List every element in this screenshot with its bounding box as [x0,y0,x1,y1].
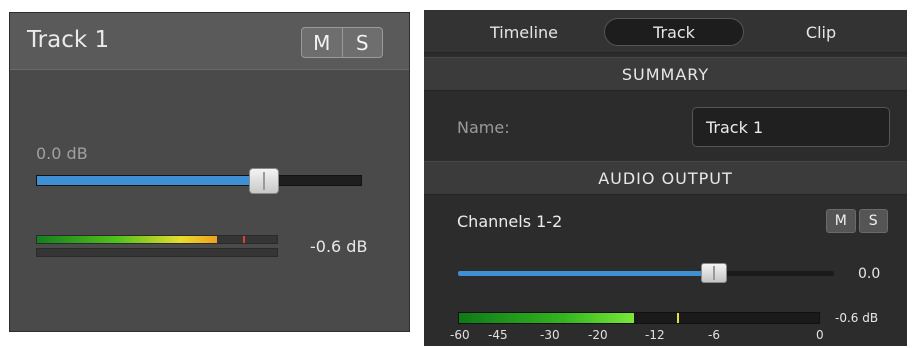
volume-fader-track[interactable] [36,175,362,186]
track-header: Track 1 M S [10,13,409,70]
output-fader-thumb[interactable] [700,263,727,283]
level-meter-left [36,235,278,244]
tab-track[interactable]: Track [604,18,744,46]
output-meter-readout: -0.6 dB [835,311,879,325]
scale-tick: -12 [645,328,665,342]
track-name-input[interactable] [692,107,890,147]
scale-tick: -6 [708,328,720,342]
output-fader-fill [458,271,714,276]
tab-timeline[interactable]: Timeline [464,18,584,46]
peak-indicator [243,236,246,243]
output-fader-track[interactable] [458,271,834,276]
output-level-meter [458,312,820,324]
level-meter-fill [37,236,217,243]
mute-button[interactable]: M [302,28,342,57]
scale-tick: -60 [450,328,470,342]
scale-tick: 0 [816,328,824,342]
output-peak-indicator [676,313,679,323]
mute-solo-group: M S [301,27,383,58]
level-meter-right [36,248,278,257]
audio-output-section-header: AUDIO OUTPUT [424,161,907,195]
output-mute-button[interactable]: M [826,209,856,233]
output-fader-value: 0.0 [858,266,881,282]
output-solo-button[interactable]: S [858,209,888,233]
solo-button[interactable]: S [341,28,383,57]
summary-section-header: SUMMARY [424,57,907,91]
name-label: Name: [457,118,510,137]
tab-clip[interactable]: Clip [761,18,881,46]
track-title: Track 1 [27,27,110,53]
track-panel: Track 1 M S 0.0 dB -0.6 dB [9,12,410,332]
output-meter-fill [459,313,634,323]
volume-readout: 0.0 dB [36,144,88,163]
volume-fader-thumb[interactable] [249,168,280,194]
inspector-tabbar: Timeline Track Clip [424,10,907,53]
meter-readout: -0.6 dB [310,237,368,256]
volume-fader-fill [37,176,264,185]
scale-tick: -30 [540,328,560,342]
channels-label: Channels 1-2 [457,212,563,231]
scale-tick: -20 [588,328,608,342]
scale-tick: -45 [488,328,508,342]
inspector-panel: Timeline Track Clip SUMMARY Name: AUDIO … [424,10,907,346]
output-mute-solo-group: M S [826,209,888,233]
